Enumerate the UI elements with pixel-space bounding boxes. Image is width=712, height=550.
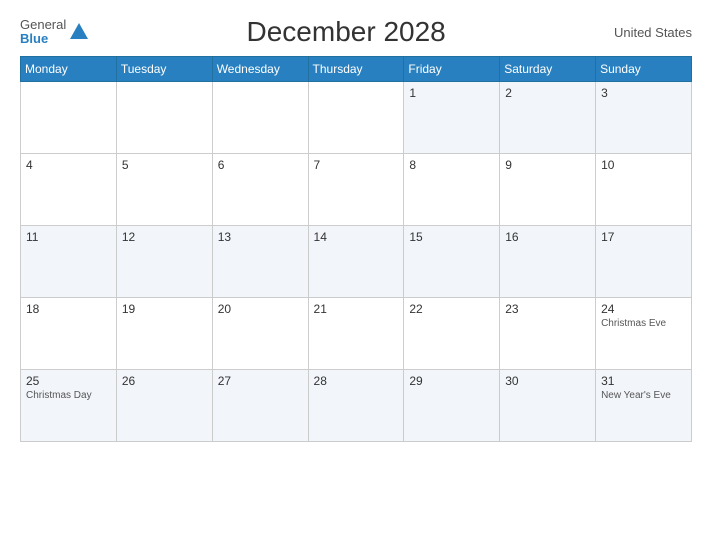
calendar-page: General Blue December 2028 United States… — [0, 0, 712, 550]
calendar-cell: 29 — [404, 370, 500, 442]
calendar-cell: 30 — [500, 370, 596, 442]
day-number: 19 — [122, 302, 207, 316]
calendar-cell — [21, 82, 117, 154]
logo: General Blue — [20, 18, 90, 47]
header-saturday: Saturday — [500, 57, 596, 82]
day-number: 27 — [218, 374, 303, 388]
header-sunday: Sunday — [596, 57, 692, 82]
day-number: 12 — [122, 230, 207, 244]
day-number: 23 — [505, 302, 590, 316]
calendar-cell: 21 — [308, 298, 404, 370]
day-number: 4 — [26, 158, 111, 172]
day-event: New Year's Eve — [601, 390, 686, 401]
logo-icon — [68, 21, 90, 43]
day-number: 31 — [601, 374, 686, 388]
calendar-week-row: 18 19 20 21 22 23 24 Christmas Eve — [21, 298, 692, 370]
day-number: 28 — [314, 374, 399, 388]
calendar-cell: 16 — [500, 226, 596, 298]
calendar-cell — [116, 82, 212, 154]
day-number: 6 — [218, 158, 303, 172]
day-number: 5 — [122, 158, 207, 172]
calendar-cell: 20 — [212, 298, 308, 370]
calendar-cell: 19 — [116, 298, 212, 370]
calendar-cell: 4 — [21, 154, 117, 226]
calendar-week-row: 456789 10 — [21, 154, 692, 226]
calendar-week-row: 25 Christmas Day 26 27 28 29 30 31 New Year's Ev… — [21, 370, 692, 442]
header-friday: Friday — [404, 57, 500, 82]
day-number: 3 — [601, 86, 686, 100]
calendar-cell: 22 — [404, 298, 500, 370]
day-number: 25 — [26, 374, 111, 388]
day-number: 16 — [505, 230, 590, 244]
day-number: 11 — [26, 230, 111, 244]
day-number: 18 — [26, 302, 111, 316]
month-title: December 2028 — [90, 16, 602, 48]
header-thursday: Thursday — [308, 57, 404, 82]
calendar-table: Monday Tuesday Wednesday Thursday Friday… — [20, 56, 692, 442]
calendar-cell: 11 — [21, 226, 117, 298]
day-number: 7 — [314, 158, 399, 172]
calendar-cell: 7 — [308, 154, 404, 226]
day-number: 17 — [601, 230, 686, 244]
day-number: 2 — [505, 86, 590, 100]
calendar-cell: 2 — [500, 82, 596, 154]
day-number: 14 — [314, 230, 399, 244]
calendar-week-row: 123 — [21, 82, 692, 154]
calendar-cell: 26 — [116, 370, 212, 442]
day-event: Christmas Eve — [601, 318, 686, 329]
day-number: 22 — [409, 302, 494, 316]
calendar-cell: 9 — [500, 154, 596, 226]
calendar-cell: 15 — [404, 226, 500, 298]
day-number: 30 — [505, 374, 590, 388]
calendar-cell: 5 — [116, 154, 212, 226]
logo-general: General — [20, 17, 66, 32]
day-number: 9 — [505, 158, 590, 172]
calendar-cell: 6 — [212, 154, 308, 226]
day-number: 8 — [409, 158, 494, 172]
calendar-cell: 12 — [116, 226, 212, 298]
calendar-cell — [308, 82, 404, 154]
calendar-cell — [212, 82, 308, 154]
day-number: 1 — [409, 86, 494, 100]
day-number: 20 — [218, 302, 303, 316]
header-wednesday: Wednesday — [212, 57, 308, 82]
calendar-cell: 17 — [596, 226, 692, 298]
day-event: Christmas Day — [26, 390, 111, 401]
calendar-cell: 1 — [404, 82, 500, 154]
day-number: 13 — [218, 230, 303, 244]
calendar-cell: 24 Christmas Eve — [596, 298, 692, 370]
calendar-cell: 23 — [500, 298, 596, 370]
calendar-cell: 18 — [21, 298, 117, 370]
header: General Blue December 2028 United States — [20, 16, 692, 48]
day-number: 15 — [409, 230, 494, 244]
calendar-cell: 31 New Year's Eve — [596, 370, 692, 442]
header-monday: Monday — [21, 57, 117, 82]
calendar-cell: 8 — [404, 154, 500, 226]
country-label: United States — [602, 25, 692, 40]
logo-text: General Blue — [20, 18, 66, 47]
calendar-cell: 3 — [596, 82, 692, 154]
day-number: 21 — [314, 302, 399, 316]
calendar-week-row: 11 12 13 14 15 16 17 — [21, 226, 692, 298]
calendar-cell: 27 — [212, 370, 308, 442]
calendar-cell: 28 — [308, 370, 404, 442]
calendar-header-row: Monday Tuesday Wednesday Thursday Friday… — [21, 57, 692, 82]
header-tuesday: Tuesday — [116, 57, 212, 82]
calendar-cell: 25 Christmas Day — [21, 370, 117, 442]
calendar-cell: 14 — [308, 226, 404, 298]
calendar-cell: 13 — [212, 226, 308, 298]
day-number: 29 — [409, 374, 494, 388]
calendar-cell: 10 — [596, 154, 692, 226]
day-number: 24 — [601, 302, 686, 316]
logo-blue: Blue — [20, 31, 48, 46]
day-number: 10 — [601, 158, 686, 172]
day-number: 26 — [122, 374, 207, 388]
